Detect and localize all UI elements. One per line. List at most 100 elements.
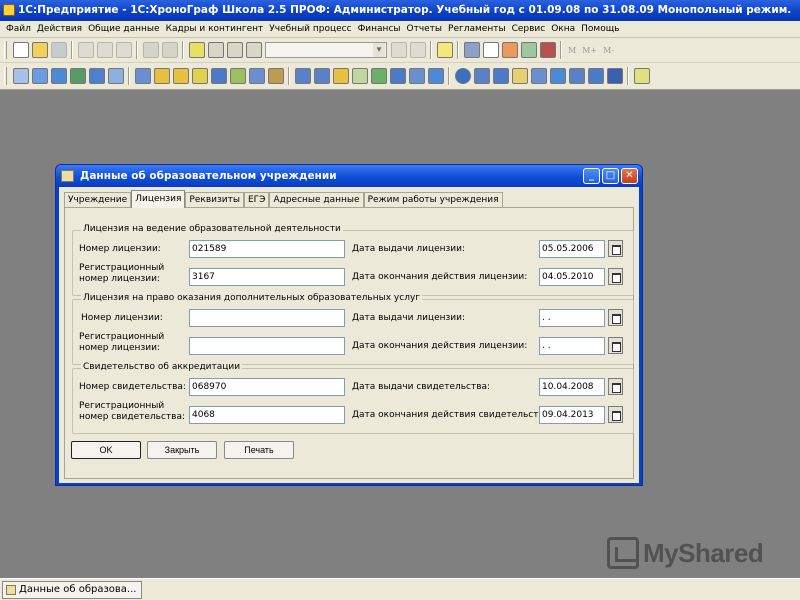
certificate-reg-number-input[interactable]: 4068 <box>189 406 345 424</box>
menu-learning[interactable]: Учебный процесс <box>266 22 354 37</box>
settings-icon[interactable] <box>549 68 566 84</box>
dialog-title-bar[interactable]: Данные об образовательном учреждении _ □… <box>56 165 642 187</box>
menu-service[interactable]: Сервис <box>509 22 549 37</box>
calendar-icon[interactable] <box>608 309 623 326</box>
calendar-icon[interactable] <box>482 42 499 58</box>
menu-reports[interactable]: Отчеты <box>404 22 446 37</box>
calendar-icon[interactable] <box>608 406 623 423</box>
messages-icon[interactable] <box>501 42 518 58</box>
menu-finance[interactable]: Финансы <box>355 22 404 37</box>
ok-button[interactable]: OK <box>71 441 141 459</box>
toolbar-combo[interactable] <box>265 42 387 58</box>
save-icon[interactable] <box>50 42 67 58</box>
refresh-icon[interactable] <box>245 42 262 58</box>
image-icon[interactable] <box>511 68 528 84</box>
calendar-icon[interactable] <box>608 240 623 257</box>
close-button[interactable]: Закрыть <box>147 441 217 459</box>
print-form-icon[interactable] <box>427 68 444 84</box>
journal-icon[interactable] <box>313 68 330 84</box>
window-icon[interactable] <box>587 68 604 84</box>
extra-license-issue-date-input[interactable]: . . <box>539 309 605 327</box>
memory-plus-button[interactable]: M+ <box>582 46 597 55</box>
license-reg-number-input[interactable]: 3167 <box>189 268 345 286</box>
map-icon[interactable] <box>229 68 246 84</box>
help-icon[interactable] <box>436 42 453 58</box>
tab-license[interactable]: Лицензия <box>131 190 186 208</box>
print-icon[interactable] <box>142 42 159 58</box>
license-end-date-input[interactable]: 04.05.2010 <box>539 268 605 286</box>
minimize-button[interactable]: _ <box>583 168 600 184</box>
list-icon[interactable] <box>492 68 509 84</box>
memory-minus-button[interactable]: M- <box>603 46 614 55</box>
directions-icon[interactable] <box>69 68 86 84</box>
institution-icon[interactable] <box>50 68 67 84</box>
toolbar-grip[interactable] <box>4 41 7 59</box>
stats-icon[interactable] <box>408 68 425 84</box>
export-icon[interactable] <box>568 68 585 84</box>
cut-icon[interactable] <box>77 42 94 58</box>
tab-working-hours[interactable]: Режим работы учреждения <box>363 192 503 208</box>
log-icon[interactable] <box>12 68 29 84</box>
extra-license-end-date-input[interactable]: . . <box>539 337 605 355</box>
certificate-number-input[interactable]: 068970 <box>189 378 345 396</box>
extra-license-number-input[interactable] <box>189 309 345 327</box>
copy-icon[interactable] <box>96 42 113 58</box>
print-button[interactable]: Печать <box>224 441 294 459</box>
person-icon[interactable] <box>530 68 547 84</box>
font-icon[interactable] <box>191 68 208 84</box>
book-icon[interactable] <box>248 68 265 84</box>
card-icon[interactable] <box>107 68 124 84</box>
keyboard-icon[interactable] <box>606 68 623 84</box>
certificate-end-date-input[interactable]: 09.04.2013 <box>539 406 605 424</box>
menu-actions[interactable]: Действия <box>34 22 85 37</box>
license-number-input[interactable]: 021589 <box>189 240 345 258</box>
globe-icon[interactable] <box>454 68 471 84</box>
paste-icon[interactable] <box>115 42 132 58</box>
taskbar-window-button[interactable]: Данные об образова... <box>2 581 142 599</box>
calculator-icon[interactable] <box>463 42 480 58</box>
calendar-icon[interactable] <box>608 268 623 285</box>
sheet-icon[interactable] <box>370 68 387 84</box>
grid-icon[interactable] <box>210 68 227 84</box>
tab-requisites[interactable]: Реквизиты <box>185 192 244 208</box>
table-icon[interactable] <box>134 68 151 84</box>
exit-icon[interactable] <box>539 42 556 58</box>
new-document-icon[interactable] <box>12 42 29 58</box>
menu-help[interactable]: Помощь <box>578 22 622 37</box>
run-icon[interactable] <box>633 68 650 84</box>
redo-icon[interactable] <box>226 42 243 58</box>
menu-staff[interactable]: Кадры и контингент <box>163 22 267 37</box>
maximize-button[interactable]: □ <box>602 168 619 184</box>
menu-regulations[interactable]: Регламенты <box>445 22 509 37</box>
extra-license-reg-number-input[interactable] <box>189 337 345 355</box>
report-icon[interactable] <box>389 68 406 84</box>
memory-button[interactable]: M <box>568 46 576 55</box>
upload-icon[interactable] <box>153 68 170 84</box>
document-icon[interactable] <box>88 68 105 84</box>
school-icon[interactable] <box>31 68 48 84</box>
schedule-icon[interactable] <box>294 68 311 84</box>
menu-common-data[interactable]: Общие данные <box>85 22 163 37</box>
chart-icon[interactable] <box>351 68 368 84</box>
undo-icon[interactable] <box>207 42 224 58</box>
arrow-down-icon[interactable] <box>332 68 349 84</box>
license-issue-date-input[interactable]: 05.05.2006 <box>539 240 605 258</box>
download-icon[interactable] <box>172 68 189 84</box>
search-icon[interactable] <box>390 42 407 58</box>
calendar-icon[interactable] <box>608 378 623 395</box>
open-folder-icon[interactable] <box>31 42 48 58</box>
close-window-button[interactable]: ✕ <box>621 168 638 184</box>
calendar-icon[interactable] <box>608 337 623 354</box>
tab-institution[interactable]: Учреждение <box>64 192 132 208</box>
certificate-issue-date-input[interactable]: 10.04.2008 <box>539 378 605 396</box>
menu-file[interactable]: Файл <box>3 22 34 37</box>
users-icon[interactable] <box>473 68 490 84</box>
find-icon[interactable] <box>188 42 205 58</box>
tab-ege[interactable]: ЕГЭ <box>243 192 270 208</box>
filter-icon[interactable] <box>409 42 426 58</box>
menu-windows[interactable]: Окна <box>548 22 578 37</box>
toolbar-grip[interactable] <box>4 67 7 85</box>
tab-address[interactable]: Адресные данные <box>269 192 364 208</box>
archive-icon[interactable] <box>267 68 284 84</box>
text-editor-icon[interactable] <box>520 42 537 58</box>
